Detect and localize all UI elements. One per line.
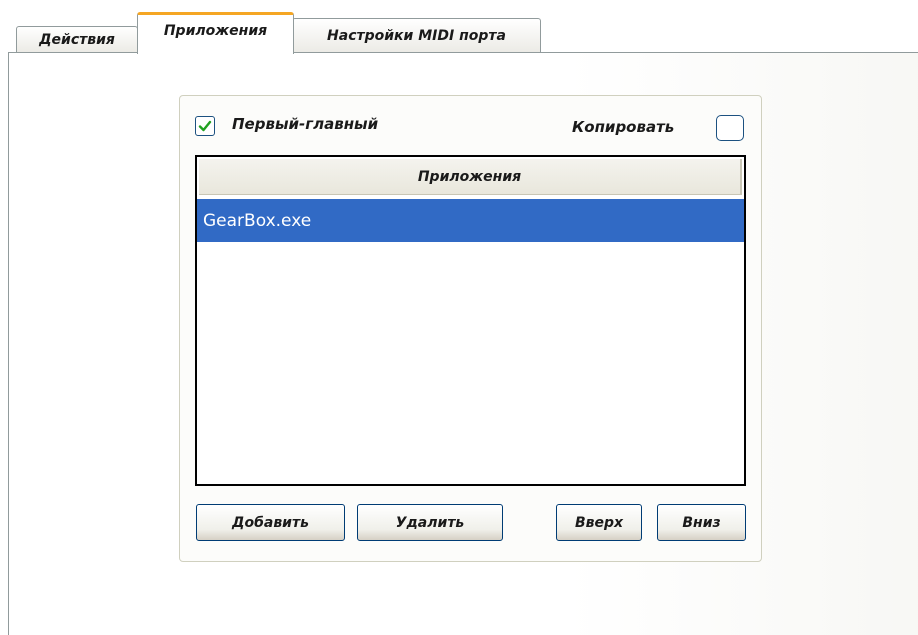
move-down-button-label: Вниз bbox=[682, 514, 721, 531]
move-up-button[interactable]: Вверх bbox=[556, 504, 642, 541]
tab-midi-port-settings[interactable]: Настройки MIDI порта bbox=[292, 18, 541, 52]
tab-actions[interactable]: Действия bbox=[16, 26, 138, 52]
add-button-label: Добавить bbox=[232, 514, 309, 531]
remove-button[interactable]: Удалить bbox=[357, 504, 503, 541]
copy-checkbox[interactable] bbox=[716, 115, 744, 141]
list-column-header[interactable]: Приложения bbox=[199, 159, 742, 195]
first-main-checkbox[interactable] bbox=[195, 116, 215, 136]
tab-applications-label: Приложения bbox=[163, 23, 268, 39]
copy-label: Копировать bbox=[572, 118, 675, 136]
move-up-button-label: Вверх bbox=[574, 514, 624, 531]
checkmark-icon bbox=[198, 120, 212, 132]
list-item[interactable]: GearBox.exe bbox=[197, 199, 744, 242]
move-down-button[interactable]: Вниз bbox=[657, 504, 746, 541]
list-column-header-label: Приложения bbox=[417, 168, 522, 185]
tab-applications[interactable]: Приложения bbox=[137, 12, 294, 54]
list-item-label: GearBox.exe bbox=[203, 210, 312, 231]
settings-window: Действия Приложения Настройки MIDI порта… bbox=[0, 0, 918, 635]
remove-button-label: Удалить bbox=[395, 514, 465, 531]
tab-actions-label: Действия bbox=[39, 31, 115, 48]
tab-midi-port-settings-label: Настройки MIDI порта bbox=[327, 27, 506, 44]
applications-list[interactable]: Приложения GearBox.exe bbox=[195, 155, 746, 486]
add-button[interactable]: Добавить bbox=[196, 504, 345, 541]
first-main-label: Первый-главный bbox=[232, 115, 379, 133]
